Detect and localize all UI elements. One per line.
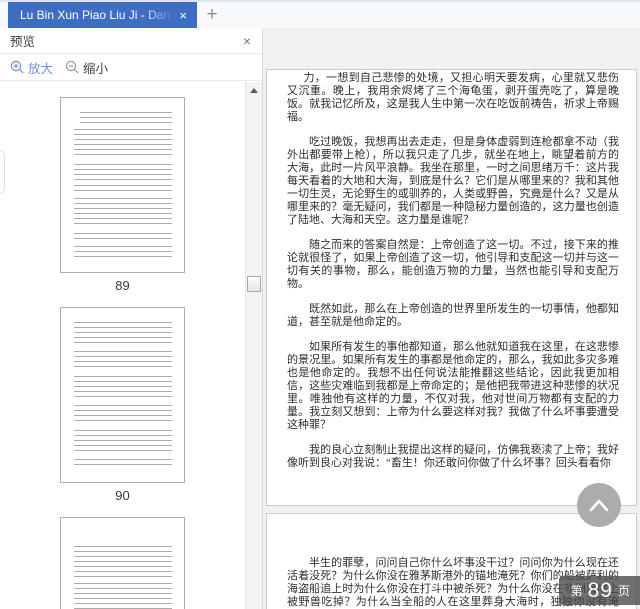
scrollbar-up-arrow-icon [250, 87, 258, 93]
page-indicator-badge: 第 89 页 [558, 576, 640, 605]
document-tab[interactable]: Lu Bin Xun Piao Liu Ji - Dan N × [8, 2, 197, 28]
thumbnail-list: 89 90 [0, 82, 245, 609]
zoom-out-label: 缩小 [83, 61, 109, 76]
paragraph: 我的良心立刻制止我提出这样的疑问，仿佛我亵渎了上帝；我好像听到良心对我说：“畜生… [287, 444, 619, 469]
pdf-reader-window: Lu Bin Xun Piao Liu Ji - Dan N × + 预览 × [0, 0, 640, 609]
page-indicator-suffix: 页 [617, 584, 630, 598]
preview-close-icon[interactable]: × [240, 33, 254, 49]
zoom-in-label: 放大 [28, 61, 54, 76]
thumbnail-page-90[interactable]: 90 [60, 307, 185, 505]
preview-panel-title: 预览 [10, 35, 36, 49]
page-indicator-prefix: 第 [570, 584, 583, 598]
tab-close-icon[interactable]: × [177, 7, 189, 24]
content-area: 预览 × 放大 缩小 89 90 力，一想到自己悲惨的处境，又担心明天要发病，心… [0, 28, 640, 609]
new-tab-button[interactable]: + [197, 2, 227, 28]
paragraph: 吃过晚饭，我想再出去走走，但是身体虚弱到连枪都拿不动（我外出都要带上枪），所以我… [287, 136, 619, 226]
thumbnail-page-91[interactable] [60, 517, 185, 609]
magnifier-plus-icon [10, 60, 24, 74]
thumbnail-scrollbar[interactable] [245, 82, 262, 609]
tab-bar: Lu Bin Xun Piao Liu Ji - Dan N × + [0, 0, 640, 28]
scroll-to-top-button[interactable] [577, 483, 621, 527]
zoom-out-button[interactable]: 缩小 [65, 58, 108, 77]
tab-title: Lu Bin Xun Piao Liu Ji - Dan N [20, 8, 178, 22]
thumbnail-image [60, 517, 185, 609]
scrollbar-up-button[interactable] [246, 82, 262, 98]
thumbnail-page-89[interactable]: 89 [60, 97, 185, 295]
thumbnail-image [60, 97, 185, 273]
sidebar-collapse-handle[interactable] [0, 150, 5, 194]
scrollbar-thumb[interactable] [247, 276, 261, 292]
paragraph: 如果所有发生的事他都知道，那么他就知道我在这里，在这悲惨的景况里。如果所有发生的… [287, 341, 619, 431]
document-view[interactable]: 力，一想到自己悲惨的处境，又担心明天要发病，心里就又悲伤又沉重。晚上，我用余烬烤… [263, 28, 640, 609]
document-page-89: 力，一想到自己悲惨的处境，又担心明天要发病，心里就又悲伤又沉重。晚上，我用余烬烤… [266, 69, 637, 506]
chevron-up-icon [587, 496, 611, 514]
paragraph: 既然如此，那么在上帝创造的世界里所发生的一切事情，他都知道，甚至就是他命定的。 [287, 303, 619, 328]
preview-toolbar: 放大 缩小 [0, 54, 262, 81]
preview-panel-header: 预览 × [0, 28, 262, 54]
thumbnail-page-number: 90 [115, 488, 130, 503]
preview-panel: 预览 × 放大 缩小 89 90 [0, 28, 263, 609]
thumbnail-image [60, 307, 185, 483]
magnifier-minus-icon [65, 60, 79, 74]
paragraph: 随之而来的答案自然是：上帝创造了这一切。不过，接下来的推论就很怪了，如果上帝创造… [287, 239, 619, 290]
page-indicator-number: 89 [587, 578, 613, 602]
zoom-in-button[interactable]: 放大 [10, 58, 53, 77]
thumbnail-page-number: 89 [115, 278, 130, 293]
paragraph: 力，一想到自己悲惨的处境，又担心明天要发病，心里就又悲伤又沉重。晚上，我用余烬烤… [287, 72, 619, 123]
